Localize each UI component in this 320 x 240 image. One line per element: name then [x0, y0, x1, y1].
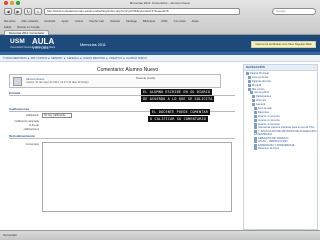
forum-icon — [254, 147, 257, 151]
bookmark-item[interactable]: USM — [161, 19, 167, 23]
browser-toolbar: ◀ ▶ ↻ ⌂ http://www.cursodetucuman.edu/mo… — [0, 6, 320, 17]
annotation-line: DE ACUERDO A LO QUE SE SOLICITA — [141, 96, 215, 102]
resource-icon — [254, 110, 257, 114]
folder-icon — [252, 99, 255, 103]
forum-icon — [254, 107, 257, 111]
breadcrumb[interactable]: TUSMA MEMORIAS ► MIS CURSOS ► MEMORY ► G… — [0, 55, 320, 62]
assignment-icon — [254, 118, 257, 122]
search-input[interactable]: Google — [272, 8, 316, 15]
page-title: Comentario: Alumno Nuevo — [97, 67, 159, 73]
user-login-info[interactable]: Usted se ha identificado como Oliver Reg… — [251, 41, 316, 48]
annotation-line: EL ALUMNO ESCRIBE EN SU DIARIO — [141, 89, 213, 95]
navigation-list: Página Principal Área personal Páginas d… — [244, 71, 317, 151]
feedback-editor[interactable] — [42, 142, 232, 212]
collapse-icon[interactable]: − — [313, 65, 315, 70]
grade-select[interactable]: No hay calificación — [42, 113, 72, 118]
course-title: Memorias 2011 — [80, 43, 106, 47]
web-page: USM AULA VIRTUAL Universidad Técnica Fed… — [0, 35, 320, 230]
assignment-icon — [254, 122, 257, 126]
comment-body: Tarea de prueba — [136, 77, 155, 80]
assignment-icon — [254, 114, 257, 118]
annotation-line: EL DOCENTE PUEDE COMENTAR — [150, 109, 211, 115]
home-button[interactable]: ⌂ — [34, 8, 42, 15]
folder-icon — [250, 91, 253, 95]
comment-entry: Alumno Nuevo martes, 31 de mayo de 2011,… — [9, 74, 221, 88]
google-search-menu[interactable]: Buscar en Google — [17, 25, 39, 29]
feedback-divider — [9, 138, 235, 139]
annotation-line: O CALIFICAR SU COMENTARIO — [148, 116, 209, 122]
comment-label: Comentario — [25, 143, 39, 146]
close-window-button[interactable] — [4, 1, 8, 5]
folder-icon — [248, 79, 251, 83]
university-name: Universidad Técnica Federico Santa María — [10, 46, 56, 49]
navigation-block-header: NAVEGACIÓN − — [244, 65, 317, 71]
bookmark-item[interactable]: Tus redes — [173, 19, 185, 23]
navigation-title: NAVEGACIÓN — [246, 65, 265, 69]
window-controls — [4, 1, 20, 5]
usm-logo[interactable]: USM — [10, 38, 25, 45]
folder-icon — [248, 87, 251, 91]
forward-button[interactable]: ▶ — [14, 8, 22, 15]
banner-divider — [0, 52, 320, 55]
bookmark-item[interactable]: Apple — [62, 19, 69, 23]
bookmark-item[interactable]: Aulas — [192, 19, 199, 23]
site-banner: USM AULA VIRTUAL Universidad Técnica Fed… — [0, 35, 320, 55]
bookmark-item[interactable]: Biblioteca — [143, 19, 155, 23]
assigned-grade-label: Calificación asignada — [14, 120, 39, 123]
bookmark-item[interactable]: Más visitados — [22, 19, 39, 23]
window-titlebar: Memorias 2011: Comentario – Alumno Nuevo — [0, 0, 320, 6]
update-label: calificaciones — [23, 128, 39, 131]
browser-chrome: Memorias 2011: Comentario – Alumno Nuevo… — [0, 0, 320, 35]
maximize-window-button[interactable] — [16, 1, 20, 5]
bookmark-item[interactable]: RedCafe — [44, 19, 55, 23]
bookmarks-bar: Mis sitios Más visitados RedCafe Apple Y… — [0, 17, 320, 24]
address-bar[interactable]: http://www.cursodetucuman.edu/moodle/blo… — [44, 8, 240, 15]
browser-status-bar: Terminado — [0, 230, 320, 240]
folder-icon — [248, 83, 251, 87]
reload-button[interactable]: ↻ — [24, 8, 32, 15]
date-label: el día de — [29, 124, 39, 127]
sidebar-item[interactable]: 7. APLICACIÓN DE MÉTODOS DE PLANEACIÓN E… — [246, 129, 317, 137]
edit-menu[interactable]: Editar — [4, 25, 11, 29]
bookmark-item[interactable]: Noticias — [110, 19, 120, 23]
comment-date: martes, 31 de mayo de 2011, 14:27 (10 dí… — [26, 81, 89, 84]
page-icon — [246, 72, 249, 75]
minimize-window-button[interactable] — [10, 1, 14, 5]
bookmark-item[interactable]: Yahoo! — [75, 19, 84, 23]
avatar[interactable] — [13, 77, 22, 86]
window-title: Memorias 2011: Comentario – Alumno Nuevo — [129, 1, 191, 5]
bookmark-item[interactable]: Diseño web — [89, 19, 104, 23]
back-button[interactable]: ◀ — [4, 8, 12, 15]
bookmark-item[interactable]: Santiago — [126, 19, 137, 23]
sidebar-item[interactable]: Resumen de foros — [246, 147, 317, 151]
navigation-block: NAVEGACIÓN − Página Principal Área perso… — [243, 64, 318, 230]
grade-label: Calificación — [25, 114, 39, 117]
folder-icon — [252, 95, 255, 99]
page-icon — [248, 75, 251, 79]
folder-icon — [252, 103, 255, 107]
bookmark-item[interactable]: Mis sitios — [4, 19, 16, 23]
